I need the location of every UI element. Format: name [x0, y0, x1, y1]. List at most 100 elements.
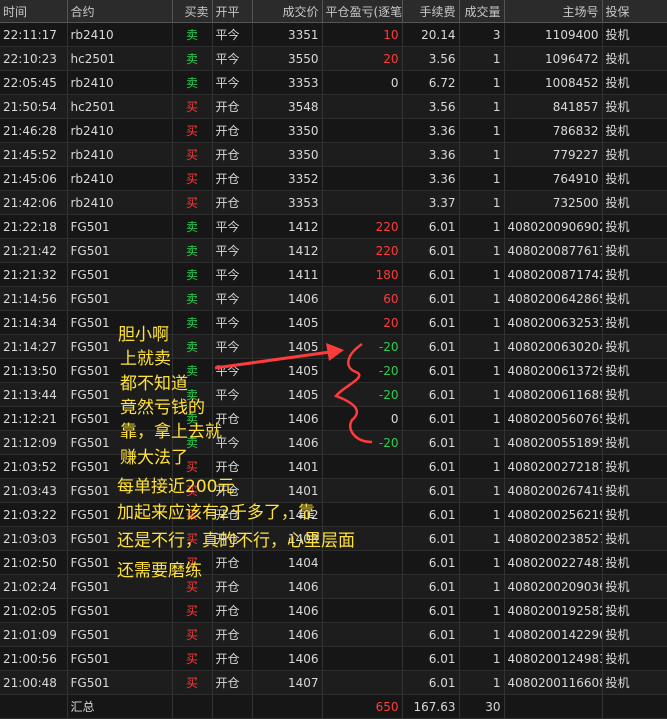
cell-trade-no: 4080200613729: [504, 358, 603, 383]
table-row[interactable]: 21:14:27 FG501 卖平今 1405 -20 6.01 1 408020063020…: [0, 334, 667, 359]
table-row[interactable]: 21:03:22 FG501 买开仓 1402 6.01 1 4080200256219 投机: [0, 502, 667, 527]
cell-contract: rb2410: [67, 118, 173, 143]
cell-price: 1402: [252, 502, 323, 527]
cell-pnl: 20: [322, 46, 403, 71]
cell-side: 卖: [172, 334, 213, 359]
table-row[interactable]: 21:50:54 hc2501 买开仓 3548 3.56 1 841857 投机: [0, 94, 667, 119]
table-row[interactable]: 21:12:09 FG501 卖平今 1406 -20 6.01 1 408020055189…: [0, 430, 667, 455]
table-row[interactable]: 21:13:44 FG501 卖平今 1405 -20 6.01 1 408020061168…: [0, 382, 667, 407]
col-header-contract[interactable]: 合约: [67, 0, 173, 23]
table-row[interactable]: 21:21:32 FG501 卖平今 1411 180 6.01 1 408020087174…: [0, 262, 667, 287]
cell-open-close: 开仓: [212, 670, 253, 695]
summary-row: 汇总 650 167.63 30: [0, 694, 667, 719]
cell-time: 21:14:34: [0, 310, 68, 335]
cell-qty: 1: [459, 286, 505, 311]
cell-open-close: 平今: [212, 46, 253, 71]
cell-price: 1406: [252, 622, 323, 647]
cell-open-close: 开仓: [212, 646, 253, 671]
cell-fee: 6.01: [402, 430, 460, 455]
cell-open-close: 平今: [212, 214, 253, 239]
cell-hedge: 投机: [602, 46, 667, 71]
cell-qty: 1: [459, 526, 505, 551]
table-row[interactable]: 21:46:28 rb2410 买开仓 3350 3.36 1 786832 投机: [0, 118, 667, 143]
col-header-price[interactable]: 成交价: [252, 0, 323, 23]
table-row[interactable]: 21:14:56 FG501 卖平今 1406 60 6.01 1 4080200642865…: [0, 286, 667, 311]
table-row[interactable]: 21:21:42 FG501 卖平今 1412 220 6.01 1 408020087761…: [0, 238, 667, 263]
table-row[interactable]: 21:12:21 FG501 卖开仓 1406 0 6.01 1 4080200560765 投…: [0, 406, 667, 431]
cell-qty: 1: [459, 502, 505, 527]
cell-open-close: 开仓: [212, 478, 253, 503]
cell-trade-no: 4080200238527: [504, 526, 603, 551]
cell-open-close: 平今: [212, 382, 253, 407]
table-row[interactable]: 21:00:56 FG501 买开仓 1406 6.01 1 4080200124983 投机: [0, 646, 667, 671]
col-header-qty[interactable]: 成交量: [459, 0, 505, 23]
cell-contract: hc2501: [67, 94, 173, 119]
table-row[interactable]: 21:13:50 FG501 卖平今 1405 -20 6.01 1 408020061372…: [0, 358, 667, 383]
cell-open-close: 开仓: [212, 406, 253, 431]
cell-trade-no: 732500: [504, 190, 603, 215]
cell-trade-no: 4080200877617: [504, 238, 603, 263]
cell-time: 21:00:48: [0, 670, 68, 695]
cell-open-close: 开仓: [212, 574, 253, 599]
cell-price: 3351: [252, 22, 323, 47]
table-row[interactable]: 21:45:06 rb2410 买开仓 3352 3.36 1 764910 投机: [0, 166, 667, 191]
cell-trade-no: 4080200642865: [504, 286, 603, 311]
col-header-pnl[interactable]: 平仓盈亏(逐笔: [322, 0, 403, 23]
cell-time: 21:12:09: [0, 430, 68, 455]
cell-qty: 1: [459, 646, 505, 671]
cell-trade-no: 786832: [504, 118, 603, 143]
col-header-fee[interactable]: 手续费: [402, 0, 460, 23]
col-header-side[interactable]: 买卖: [172, 0, 213, 23]
col-header-time[interactable]: 时间: [0, 0, 68, 23]
cell-contract: FG501: [67, 310, 173, 335]
table-row[interactable]: 21:22:18 FG501 卖平今 1412 220 6.01 1 408020090690…: [0, 214, 667, 239]
cell-pnl: [322, 478, 403, 503]
cell-fee: 3.36: [402, 118, 460, 143]
col-header-hedge[interactable]: 投保: [602, 0, 667, 23]
cell-qty: 1: [459, 430, 505, 455]
cell-trade-no: 1096472: [504, 46, 603, 71]
cell-side: 卖: [172, 262, 213, 287]
table-row[interactable]: 22:05:45 rb2410 卖平今 3353 0 6.72 1 1008452 投机: [0, 70, 667, 95]
table-row[interactable]: 21:02:50 FG501 买开仓 1404 6.01 1 4080200227481 投机: [0, 550, 667, 575]
table-row[interactable]: 22:11:17 rb2410 卖平今 3351 10 20.14 3 1109400 投机: [0, 22, 667, 47]
table-row[interactable]: 21:03:43 FG501 买开仓 1401 6.01 1 4080200267419 投机: [0, 478, 667, 503]
col-header-open-close[interactable]: 开平: [212, 0, 253, 23]
cell-time: 21:45:06: [0, 166, 68, 191]
cell-contract: FG501: [67, 670, 173, 695]
cell-trade-no: 4080200560765: [504, 406, 603, 431]
summary-spacer: [0, 694, 68, 719]
cell-contract: FG501: [67, 286, 173, 311]
cell-side: 买: [172, 190, 213, 215]
cell-qty: 1: [459, 310, 505, 335]
cell-pnl: [322, 550, 403, 575]
table-row[interactable]: 21:03:52 FG501 买开仓 1401 6.01 1 4080200272187 投机: [0, 454, 667, 479]
table-row[interactable]: 21:02:24 FG501 买开仓 1406 6.01 1 4080200209036 投机: [0, 574, 667, 599]
table-row[interactable]: 21:00:48 FG501 买开仓 1407 6.01 1 4080200116608 投机: [0, 670, 667, 695]
cell-pnl: [322, 190, 403, 215]
cell-fee: 6.01: [402, 334, 460, 359]
cell-qty: 1: [459, 382, 505, 407]
cell-qty: 1: [459, 70, 505, 95]
table-row[interactable]: 22:10:23 hc2501 卖平今 3550 20 3.56 1 1096472 投机: [0, 46, 667, 71]
cell-open-close: 平今: [212, 334, 253, 359]
table-row[interactable]: 21:02:05 FG501 买开仓 1406 6.01 1 4080200192582 投机: [0, 598, 667, 623]
cell-time: 21:03:43: [0, 478, 68, 503]
cell-time: 21:00:56: [0, 646, 68, 671]
cell-time: 21:02:24: [0, 574, 68, 599]
cell-contract: FG501: [67, 502, 173, 527]
cell-time: 21:21:32: [0, 262, 68, 287]
table-row[interactable]: 21:01:09 FG501 买开仓 1406 6.01 1 4080200142290 投机: [0, 622, 667, 647]
table-row[interactable]: 21:45:52 rb2410 买开仓 3350 3.36 1 779227 投机: [0, 142, 667, 167]
cell-open-close: 开仓: [212, 454, 253, 479]
cell-trade-no: 4080200871742: [504, 262, 603, 287]
table-row[interactable]: 21:14:34 FG501 卖平今 1405 20 6.01 1 4080200632531…: [0, 310, 667, 335]
col-header-trade-no[interactable]: 主场号: [504, 0, 603, 23]
cell-pnl: [322, 94, 403, 119]
table-row[interactable]: 21:03:03 FG501 买开仓 1403 6.01 1 4080200238527 投机: [0, 526, 667, 551]
cell-time: 21:14:27: [0, 334, 68, 359]
cell-qty: 1: [459, 94, 505, 119]
cell-contract: rb2410: [67, 70, 173, 95]
table-row[interactable]: 21:42:06 rb2410 买开仓 3353 3.37 1 732500 投机: [0, 190, 667, 215]
cell-price: 1401: [252, 454, 323, 479]
